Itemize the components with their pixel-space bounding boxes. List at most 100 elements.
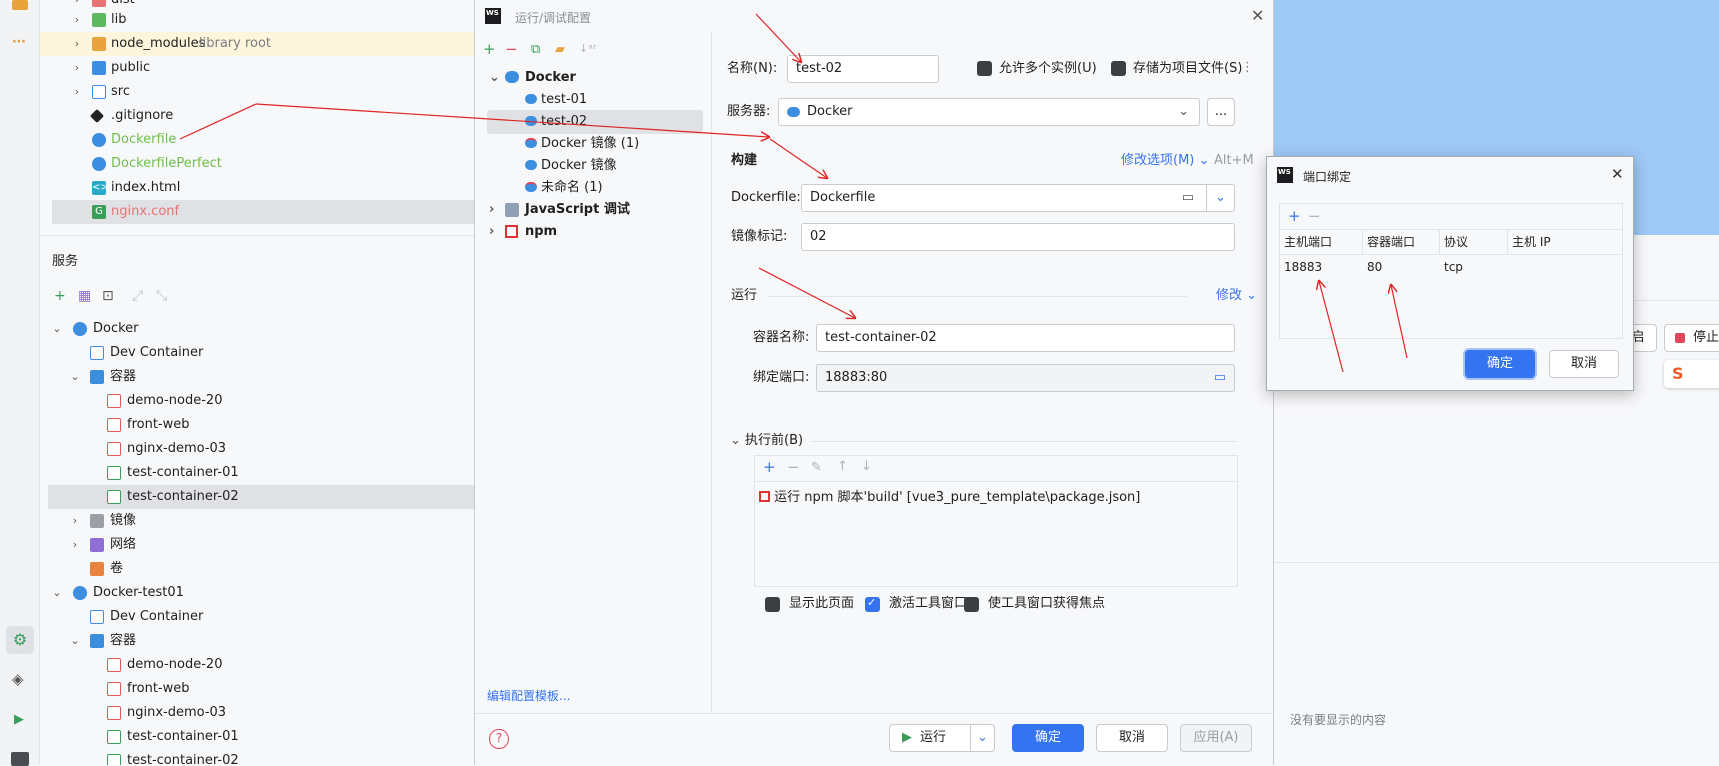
tree-item-lib[interactable]: › lib <box>40 8 475 32</box>
config-item-test-02[interactable]: test-02 <box>487 110 703 134</box>
docker-icon <box>525 160 537 170</box>
tree-item-nginx-conf[interactable]: G nginx.conf <box>52 200 475 224</box>
run-button[interactable]: ▶ 运行 ⌄ <box>889 724 995 752</box>
name-input[interactable]: test-02 <box>787 55 939 83</box>
add-icon[interactable]: + <box>763 458 776 476</box>
image-tag-label: 镜像标记: <box>731 229 788 244</box>
layers-icon[interactable]: ◈ <box>12 670 24 688</box>
svc-networks[interactable]: › 网络 <box>40 533 475 557</box>
tree-item-node-modules[interactable]: › node_modules library root <box>40 32 475 56</box>
table-cell[interactable] <box>1508 256 1512 278</box>
image-tag-input[interactable]: 02 <box>801 223 1235 251</box>
svc-container-item[interactable]: test-container-01 <box>40 461 475 485</box>
container-name-input[interactable]: test-container-02 <box>816 324 1235 352</box>
add-icon[interactable]: + <box>1288 207 1301 225</box>
svc-container-item[interactable]: nginx-demo-03 <box>40 437 475 461</box>
svc-containers[interactable]: ⌄ 容器 <box>40 629 475 653</box>
svc-container-item[interactable]: demo-node-20 <box>40 389 475 413</box>
edit-templates-link[interactable]: 编辑配置模板... <box>487 687 570 704</box>
chevron-down-icon[interactable]: ⌄ <box>970 725 994 751</box>
port-ok-button[interactable]: 确定 <box>1465 350 1535 378</box>
modify-link[interactable]: 修改 ⌄ <box>1216 286 1257 306</box>
chevron-down-icon[interactable]: ⌄ <box>1206 185 1234 211</box>
close-icon[interactable]: ✕ <box>1251 6 1264 25</box>
folder-open-icon[interactable]: ▭ <box>1214 365 1226 391</box>
svc-docker[interactable]: ⌄ Docker <box>40 317 475 341</box>
tree-item-src[interactable]: › src <box>40 80 475 104</box>
svc-docker-test01[interactable]: ⌄ Docker-test01 <box>40 581 475 605</box>
docker-icon <box>525 116 537 126</box>
folder-icon <box>92 85 106 99</box>
tree-item-public[interactable]: › public <box>40 56 475 80</box>
services-title: 服务 <box>52 254 79 269</box>
container-stopped-icon <box>107 418 121 432</box>
svc-dev-container[interactable]: Dev Container <box>40 341 475 365</box>
project-icon[interactable] <box>12 0 28 10</box>
svc-container-item[interactable]: front-web <box>40 677 475 701</box>
more-vert-icon[interactable]: ⋮ <box>1241 60 1254 75</box>
table-cell[interactable]: 18883 <box>1280 256 1322 278</box>
before-launch-title[interactable]: ⌄ 执行前(B) <box>730 431 803 451</box>
apply-button[interactable]: 应用(A) <box>1180 724 1252 752</box>
stop-button[interactable]: 停止 <box>1664 324 1719 352</box>
svc-volumes[interactable]: 卷 <box>40 557 475 581</box>
edit-icon[interactable]: ✎ <box>811 460 822 475</box>
expand-icon[interactable]: ⤢ <box>132 288 143 304</box>
column-header: 主机 IP <box>1512 235 1551 249</box>
before-task-item[interactable]: 运行 npm 脚本'build' [vue3_pure_template\pac… <box>759 489 1140 507</box>
port-binding-dialog: WS 端口绑定 ✕ + − 主机端口 容器端口 协议 主机 IP 18883 8… <box>1266 156 1634 391</box>
add-icon[interactable]: + <box>54 288 66 304</box>
svc-container-item[interactable]: test-container-01 <box>40 725 475 749</box>
ok-button[interactable]: 确定 <box>1012 724 1084 752</box>
js-debug-icon <box>505 203 519 217</box>
modify-options-link[interactable]: 修改选项(M) ⌄ <box>1121 151 1209 171</box>
collapse-icon[interactable]: ⤡ <box>156 288 167 304</box>
cancel-button[interactable]: 取消 <box>1096 724 1168 752</box>
tree-item-dockerfile-perfect[interactable]: DockerfilePerfect <box>40 152 475 176</box>
svc-container-item[interactable]: test-container-02 <box>48 485 475 509</box>
dockerfile-input[interactable]: Dockerfile ▭ ⌄ <box>801 184 1235 212</box>
table-cell[interactable]: tcp <box>1440 256 1463 278</box>
server-select[interactable]: Docker ⌄ <box>778 98 1200 126</box>
table-cell[interactable]: 80 <box>1363 256 1382 278</box>
svc-images[interactable]: › 镜像 <box>40 509 475 533</box>
server-more-button[interactable]: ... <box>1207 98 1235 126</box>
svc-dev-container[interactable]: Dev Container <box>40 605 475 629</box>
svc-container-item[interactable]: demo-node-20 <box>40 653 475 677</box>
remove-icon[interactable]: − <box>787 458 800 476</box>
config-group-npm[interactable]: › npm <box>489 220 557 244</box>
npm-icon <box>505 225 518 238</box>
tree-item-dockerfile[interactable]: Dockerfile <box>40 128 475 152</box>
grid-icon[interactable]: ▦ <box>78 288 91 304</box>
svc-container-item[interactable]: front-web <box>40 413 475 437</box>
terminal-icon[interactable] <box>11 752 29 766</box>
containers-icon <box>90 370 104 384</box>
svc-container-item[interactable]: nginx-demo-03 <box>40 701 475 725</box>
bind-ports-input[interactable]: 18883:80 ▭ <box>816 364 1235 392</box>
arrow-down-icon[interactable]: ↓ <box>861 459 872 474</box>
allow-multi-checkbox[interactable] <box>977 61 992 76</box>
folder-icon <box>92 61 106 75</box>
run-icon[interactable]: ▶ <box>14 712 24 727</box>
config-group-docker[interactable]: ⌄ Docker <box>489 66 576 90</box>
activate-tool-checkbox[interactable] <box>865 596 880 612</box>
config-group-js-debug[interactable]: › JavaScript 调试 <box>489 198 630 222</box>
more-icon[interactable]: ⋯ <box>12 34 26 50</box>
settings-icon[interactable]: ⚙ <box>6 626 34 654</box>
port-cancel-button[interactable]: 取消 <box>1549 350 1619 378</box>
remove-icon[interactable]: − <box>1308 207 1321 225</box>
store-as-file-checkbox[interactable] <box>1111 61 1126 76</box>
help-icon[interactable]: ? <box>489 729 509 749</box>
arrow-up-icon[interactable]: ↑ <box>837 459 848 474</box>
tree-item-index-html[interactable]: <> index.html <box>40 176 475 200</box>
sogou-ime-icon[interactable]: S <box>1664 360 1719 388</box>
folder-open-icon[interactable]: ▭ <box>1182 185 1194 211</box>
show-page-checkbox[interactable] <box>765 597 780 612</box>
svc-container-item[interactable]: test-container-02 <box>40 749 475 765</box>
focus-tool-checkbox[interactable] <box>964 597 979 612</box>
new-tab-icon[interactable]: ⊡ <box>102 288 114 304</box>
svc-containers[interactable]: ⌄ 容器 <box>40 365 475 389</box>
tree-item-gitignore[interactable]: .gitignore <box>40 104 475 128</box>
close-icon[interactable]: ✕ <box>1611 165 1624 183</box>
folder-icon <box>92 37 106 51</box>
